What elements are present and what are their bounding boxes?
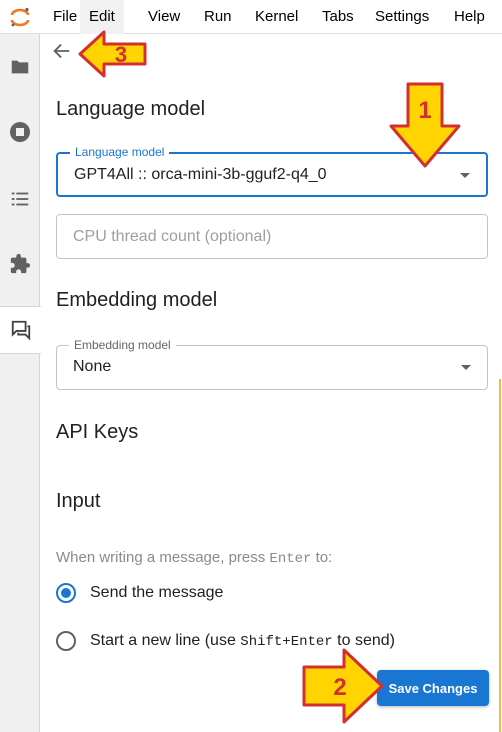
jupyter-logo-icon[interactable] (9, 6, 31, 28)
callout-arrow-3: 3 (78, 30, 147, 78)
menu-edit[interactable]: Edit (80, 0, 124, 34)
menu-tabs[interactable]: Tabs (322, 0, 354, 34)
menu-file[interactable]: File (53, 0, 77, 34)
sidebar-extensions[interactable] (0, 240, 40, 288)
language-model-heading: Language model (56, 98, 206, 120)
radio-send-message[interactable]: Send the message (56, 581, 223, 605)
sidebar-file-browser[interactable] (0, 43, 40, 91)
api-keys-heading: API Keys (56, 421, 139, 443)
scrollbar-track[interactable] (499, 379, 501, 732)
radio-unchecked-icon[interactable] (56, 631, 76, 651)
chat-icon (11, 320, 30, 341)
embedding-model-value: None (73, 358, 112, 375)
embedding-model-label: Embedding model (69, 338, 176, 352)
callout-number-1: 1 (418, 97, 431, 124)
sidebar-running[interactable] (0, 108, 40, 156)
callout-arrow-2: 2 (302, 648, 384, 724)
menu-help[interactable]: Help (454, 0, 485, 34)
chevron-down-icon (460, 173, 470, 178)
cpu-thread-count-input[interactable]: CPU thread count (optional) (56, 214, 488, 259)
stop-circle-icon (10, 122, 30, 142)
sidebar-toc[interactable] (0, 175, 40, 223)
callout-number-3: 3 (115, 42, 127, 67)
left-sidebar (0, 34, 41, 732)
language-model-value: GPT4All :: orca-mini-3b-gguf2-q4_0 (74, 166, 327, 183)
embedding-model-select[interactable]: Embedding model None (56, 338, 488, 390)
menu-run[interactable]: Run (204, 0, 232, 34)
list-icon (11, 192, 29, 206)
menu-bar: File Edit View Run Kernel Tabs Settings … (0, 0, 502, 34)
callout-arrow-1: 1 (389, 82, 461, 168)
language-model-label: Language model (70, 145, 170, 159)
input-hint-prefix: When writing a message, press (56, 549, 270, 566)
save-changes-button[interactable]: Save Changes (377, 670, 489, 706)
menu-settings[interactable]: Settings (375, 0, 429, 34)
chevron-down-icon (461, 365, 471, 370)
radio-checked-icon[interactable] (56, 583, 76, 603)
input-hint-suffix: to: (311, 549, 333, 566)
cpu-thread-count-placeholder: CPU thread count (optional) (73, 228, 272, 245)
menu-kernel[interactable]: Kernel (255, 0, 298, 34)
input-hint: When writing a message, press Enter to: (56, 549, 332, 567)
radio-send-label: Send the message (90, 584, 224, 601)
menu-view[interactable]: View (148, 0, 180, 34)
callout-number-2: 2 (333, 674, 346, 701)
extension-icon (10, 253, 31, 274)
radio-new-line-prefix: Start a new line (use (90, 632, 241, 649)
input-heading: Input (56, 490, 101, 512)
input-hint-key: Enter (269, 551, 312, 567)
embedding-model-heading: Embedding model (56, 289, 218, 311)
sidebar-chat[interactable] (0, 306, 41, 354)
folder-icon (11, 60, 29, 74)
back-arrow-icon[interactable] (51, 40, 73, 62)
